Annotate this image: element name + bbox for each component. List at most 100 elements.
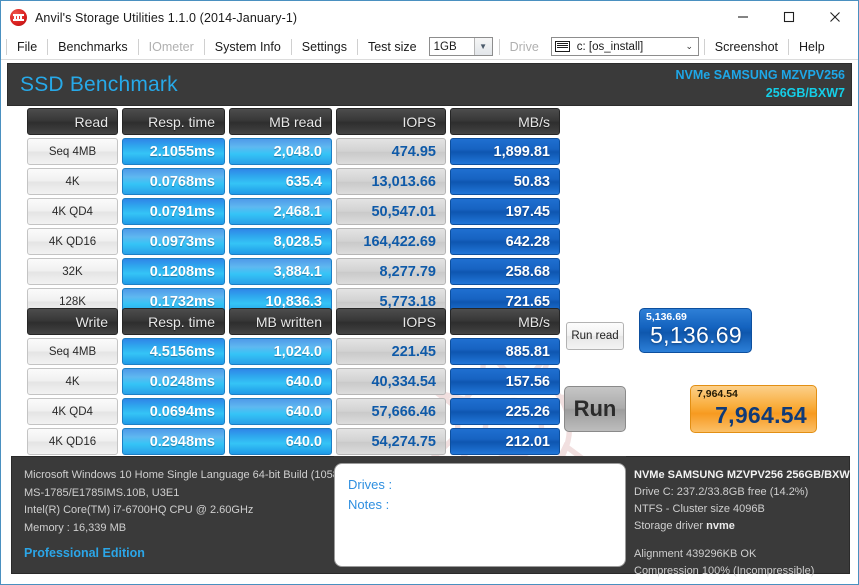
- minimize-icon[interactable]: [720, 1, 766, 33]
- edition-label: Professional Edition: [24, 546, 145, 560]
- table-row: 4K QD4 0.0694ms 640.0 57,666.46 225.26: [27, 398, 560, 425]
- mbps-cell: 225.26: [450, 398, 560, 425]
- column-header: IOPS: [336, 108, 446, 135]
- megabytes-cell: 3,884.1: [229, 258, 332, 285]
- iops-cell: 54,274.75: [336, 428, 446, 455]
- drives-label: Drives :: [348, 477, 393, 492]
- drive-filesystem: NTFS - Cluster size 4096B: [634, 503, 765, 515]
- mbps-cell: 885.81: [450, 338, 560, 365]
- drive-label: Drive: [509, 39, 539, 54]
- column-header: Read: [27, 108, 118, 135]
- table-row: 4K QD16 0.2948ms 640.0 54,274.75 212.01: [27, 428, 560, 455]
- system-info-text: Microsoft Windows 10 Home Single Languag…: [24, 467, 345, 563]
- megabytes-cell: 640.0: [229, 398, 332, 425]
- total-score-small: 7,964.54: [697, 388, 738, 400]
- iops-cell: 8,277.79: [336, 258, 446, 285]
- megabytes-cell: 8,028.5: [229, 228, 332, 255]
- drive-driver-value: nvme: [706, 520, 735, 532]
- table-row: Seq 4MB 2.1055ms 2,048.0 474.95 1,899.81: [27, 138, 560, 165]
- menu-divider: [137, 38, 139, 55]
- mbps-cell: 1,899.81: [450, 138, 560, 165]
- response-time-cell: 4.5156ms: [122, 338, 225, 365]
- test-size-label: Test size: [367, 39, 417, 54]
- menu-divider: [47, 38, 49, 55]
- run-button[interactable]: Run: [564, 386, 626, 432]
- column-header: MB/s: [450, 308, 560, 335]
- table-header-row: Write Resp. time MB written IOPS MB/s: [27, 308, 560, 335]
- window-controls: [720, 1, 858, 33]
- chevron-down-icon: ⌄: [685, 41, 694, 51]
- row-label[interactable]: 32K: [27, 258, 118, 285]
- mbps-cell: 157.56: [450, 368, 560, 395]
- drive-model: NVMe SAMSUNG MZVPV256 256GB/BXW: [634, 469, 850, 481]
- chevron-down-icon: ▼: [473, 38, 492, 55]
- row-label[interactable]: 4K: [27, 368, 118, 395]
- row-label[interactable]: 4K QD16: [27, 228, 118, 255]
- column-header: Resp. time: [122, 308, 225, 335]
- notes-backdrop: [334, 456, 626, 463]
- menu-item-iometer: IOmeter: [148, 39, 194, 54]
- title-bar: Anvil's Storage Utilities 1.1.0 (2014-Ja…: [1, 1, 858, 34]
- read-score-box: 5,136.69 5,136.69: [639, 308, 752, 353]
- table-row: Seq 4MB 4.5156ms 1,024.0 221.45 885.81: [27, 338, 560, 365]
- megabytes-cell: 640.0: [229, 368, 332, 395]
- table-row: 32K 0.1208ms 3,884.1 8,277.79 258.68: [27, 258, 560, 285]
- megabytes-cell: 1,024.0: [229, 338, 332, 365]
- os-info: Microsoft Windows 10 Home Single Languag…: [24, 469, 346, 481]
- page-title: SSD Benchmark: [20, 72, 178, 96]
- drive-alignment: Alignment 439296KB OK: [634, 548, 757, 560]
- response-time-cell: 0.0694ms: [122, 398, 225, 425]
- window-title: Anvil's Storage Utilities 1.1.0 (2014-Ja…: [35, 10, 298, 25]
- close-icon[interactable]: [812, 1, 858, 33]
- notes-box[interactable]: Drives : Notes :: [334, 463, 626, 567]
- notes-label: Notes :: [348, 497, 390, 512]
- menu-item-screenshot[interactable]: Screenshot: [706, 36, 787, 58]
- response-time-cell: 0.0973ms: [122, 228, 225, 255]
- drive-compression: Compression 100% (Incompressible): [634, 565, 815, 577]
- benchmark-banner: SSD Benchmark NVMe SAMSUNG MZVPV256 256G…: [7, 63, 852, 106]
- response-time-cell: 0.2948ms: [122, 428, 225, 455]
- menu-item-settings[interactable]: Settings: [293, 36, 356, 58]
- mbps-cell: 197.45: [450, 198, 560, 225]
- read-score-value: 5,136.69: [650, 322, 742, 348]
- drive-info-text: NVMe SAMSUNG MZVPV256 256GB/BXW Drive C:…: [634, 467, 850, 580]
- menu-item-benchmarks[interactable]: Benchmarks: [49, 36, 136, 58]
- megabytes-cell: 2,048.0: [229, 138, 332, 165]
- banner-drive-line2: 256GB/BXW7: [765, 86, 845, 100]
- board-info: MS-1785/E1785IMS.10B, U3E1: [24, 486, 180, 499]
- row-label[interactable]: 4K QD4: [27, 398, 118, 425]
- iops-cell: 50,547.01: [336, 198, 446, 225]
- mbps-cell: 50.83: [450, 168, 560, 195]
- menu-item-file[interactable]: File: [8, 36, 46, 58]
- menu-bar: File Benchmarks IOmeter System Info Sett…: [1, 34, 858, 60]
- banner-drive-line1: NVMe SAMSUNG MZVPV256: [675, 68, 845, 82]
- column-header: Resp. time: [122, 108, 225, 135]
- total-score-box: 7,964.54 7,964.54: [690, 385, 817, 433]
- mbps-cell: 212.01: [450, 428, 560, 455]
- test-size-select[interactable]: 1GB ▼: [428, 37, 493, 56]
- table-row: 4K QD16 0.0973ms 8,028.5 164,422.69 642.28: [27, 228, 560, 255]
- row-label[interactable]: Seq 4MB: [27, 138, 118, 165]
- row-label[interactable]: 4K QD16: [27, 428, 118, 455]
- menu-divider: [356, 38, 358, 55]
- maximize-icon[interactable]: [766, 1, 812, 33]
- megabytes-cell: 635.4: [229, 168, 332, 195]
- anvil-storage-utilities-window: Anvil's Storage Utilities 1.1.0 (2014-Ja…: [0, 0, 859, 585]
- column-header: MB read: [229, 108, 332, 135]
- drive-driver-row: Storage driver nvme: [634, 518, 850, 535]
- menu-divider: [498, 38, 500, 55]
- test-size-value: 1GB: [433, 40, 457, 53]
- response-time-cell: 2.1055ms: [122, 138, 225, 165]
- row-label[interactable]: 4K QD4: [27, 198, 118, 225]
- row-label[interactable]: 4K: [27, 168, 118, 195]
- cpu-info: Intel(R) Core(TM) i7-6700HQ CPU @ 2.60GH…: [24, 504, 254, 516]
- drive-select[interactable]: c: [os_install] ⌄: [550, 37, 699, 56]
- menu-item-help[interactable]: Help: [790, 36, 834, 58]
- menu-item-system-info[interactable]: System Info: [206, 36, 290, 58]
- row-label[interactable]: Seq 4MB: [27, 338, 118, 365]
- iops-cell: 221.45: [336, 338, 446, 365]
- table-row: 4K 0.0768ms 635.4 13,013.66 50.83: [27, 168, 560, 195]
- table-row: 4K 0.0248ms 640.0 40,334.54 157.56: [27, 368, 560, 395]
- run-read-button[interactable]: Run read: [566, 322, 624, 350]
- response-time-cell: 0.0248ms: [122, 368, 225, 395]
